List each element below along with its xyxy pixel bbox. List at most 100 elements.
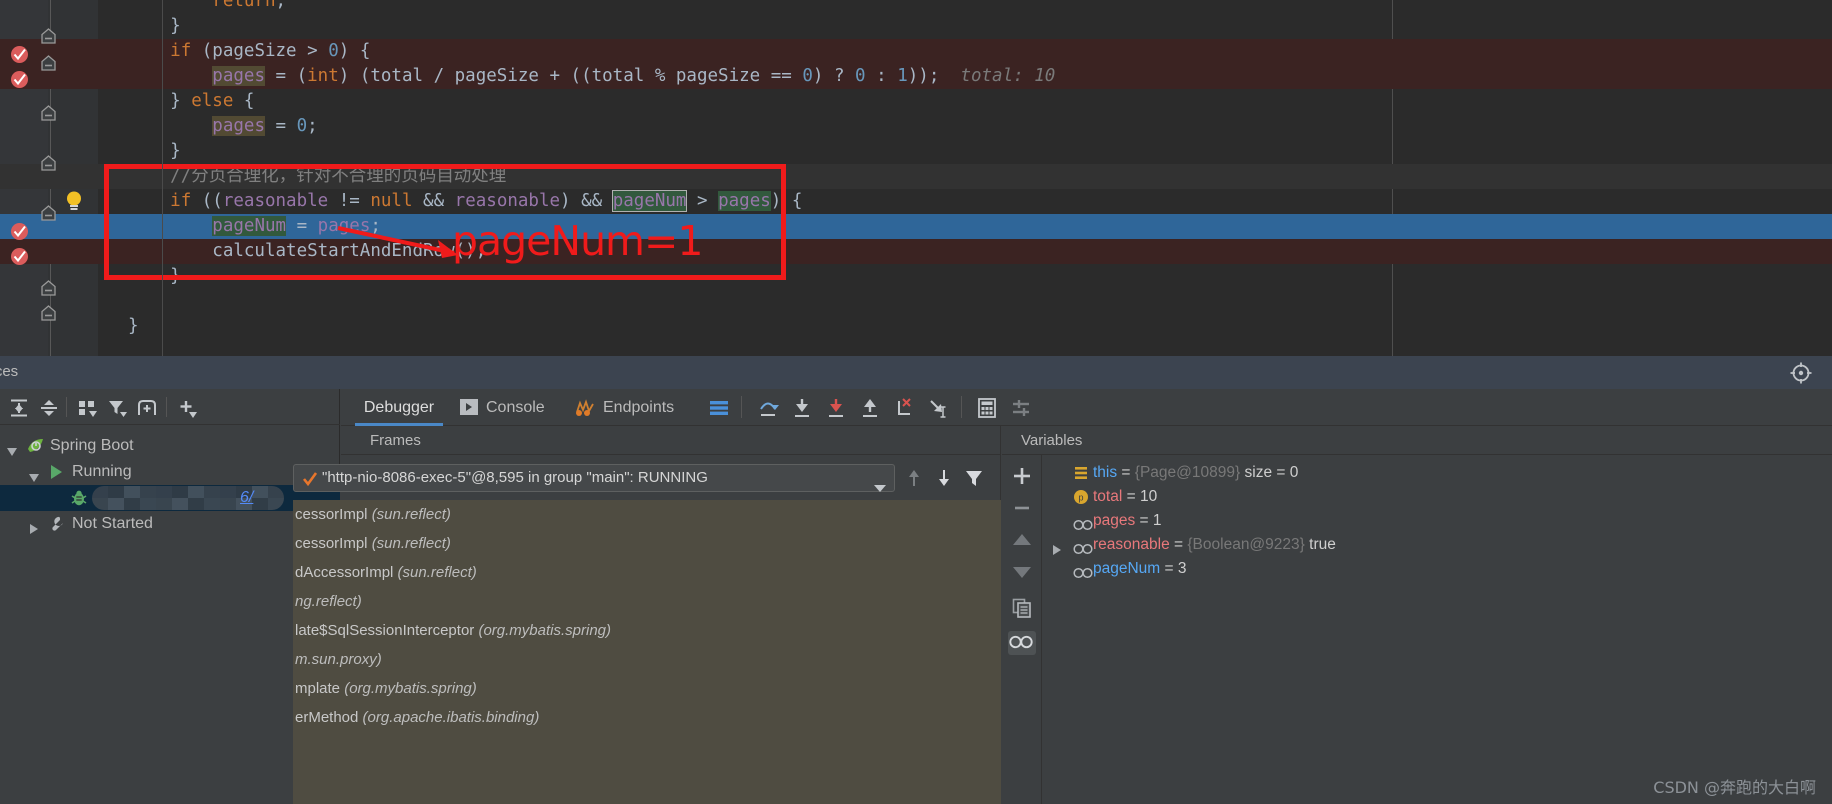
frame-method: late$SqlSessionInterceptor xyxy=(295,622,479,639)
step-over-icon[interactable] xyxy=(757,397,779,419)
copy-value-icon[interactable] xyxy=(1011,597,1033,619)
expand-all-icon[interactable] xyxy=(8,397,30,419)
intention-bulb-icon[interactable] xyxy=(64,190,84,212)
code-token: 0 xyxy=(296,116,308,136)
fold-marker-icon[interactable] xyxy=(40,205,57,222)
frame-down-icon[interactable] xyxy=(934,468,954,488)
collapse-all-icon[interactable] xyxy=(38,397,60,419)
frame-row[interactable]: erMethod (org.apache.ibatis.binding) xyxy=(293,703,1001,732)
variable-row[interactable]: this = {Page@10899} size = 0 xyxy=(1043,461,1832,485)
step-out-icon[interactable] xyxy=(859,397,881,419)
variable-row[interactable]: p total = 10 xyxy=(1043,485,1832,509)
move-down-icon[interactable] xyxy=(1011,565,1033,587)
services-tree-item-label: Not Started xyxy=(72,515,153,532)
variable-name: total xyxy=(1093,488,1123,505)
services-tree-item[interactable]: Running xyxy=(0,459,340,485)
variable-row[interactable]: pageNum = 3 xyxy=(1043,557,1832,581)
breakpoint-icon[interactable] xyxy=(10,70,29,89)
code-line[interactable]: } xyxy=(0,14,1832,39)
code-line[interactable]: pageNum = pages; xyxy=(0,214,1832,239)
code-token: && xyxy=(412,191,455,211)
fold-marker-icon[interactable] xyxy=(40,155,57,172)
remove-watch-icon[interactable] xyxy=(1011,497,1033,519)
chevron-right-icon[interactable] xyxy=(28,518,40,534)
move-up-icon[interactable] xyxy=(1011,533,1033,555)
chevron-down-icon[interactable] xyxy=(874,476,886,502)
chevron-down-icon[interactable] xyxy=(28,466,40,482)
code-line[interactable] xyxy=(0,289,1832,314)
tab-debugger[interactable]: Debugger xyxy=(355,389,443,426)
frames-filter-icon[interactable] xyxy=(964,468,984,488)
drop-frame-icon[interactable] xyxy=(893,397,915,419)
breakpoint-icon[interactable] xyxy=(10,45,29,64)
service-port-link[interactable]: 6/ xyxy=(240,485,253,511)
frame-method: dAccessorImpl xyxy=(295,564,398,581)
frame-row[interactable]: cessorImpl (sun.reflect) xyxy=(293,529,1001,558)
crosshair-icon[interactable] xyxy=(1790,362,1812,389)
code-line[interactable]: calculateStartAndEndRow(); xyxy=(0,239,1832,264)
code-line[interactable]: if (pageSize > 0) { xyxy=(0,39,1832,64)
services-tree-item[interactable]: Not Started xyxy=(0,511,340,537)
show-execution-point-icon[interactable] xyxy=(708,398,730,420)
code-line[interactable]: } xyxy=(0,264,1832,289)
filter-icon[interactable] xyxy=(106,397,128,419)
debugger-panel[interactable]: Debugger Console Endpoints Frames "http-… xyxy=(293,389,1832,804)
fold-marker-icon[interactable] xyxy=(40,305,57,322)
add-service-icon[interactable] xyxy=(177,397,199,419)
run-to-cursor-icon[interactable] xyxy=(927,397,949,419)
fold-marker-icon[interactable] xyxy=(40,105,57,122)
frame-package: (sun.reflect) xyxy=(371,506,451,523)
code-line[interactable]: pages = (int) (total / pageSize + ((tota… xyxy=(0,64,1832,89)
force-step-into-icon[interactable] xyxy=(825,397,847,419)
watches-icon[interactable] xyxy=(1008,631,1036,655)
chevron-down-icon[interactable] xyxy=(6,440,18,456)
services-toolbar[interactable] xyxy=(0,389,340,425)
services-tree-item[interactable]: Spring Boot xyxy=(0,433,340,459)
code-line[interactable]: } xyxy=(0,139,1832,164)
frame-up-icon[interactable] xyxy=(904,468,924,488)
tab-endpoints[interactable]: Endpoints xyxy=(603,389,674,426)
add-tab-icon[interactable] xyxy=(136,397,158,419)
code-line-text: } xyxy=(128,139,181,164)
frame-row[interactable]: late$SqlSessionInterceptor (org.mybatis.… xyxy=(293,616,1001,645)
variable-row[interactable]: reasonable = {Boolean@9223} true xyxy=(1043,533,1832,557)
settings-icon[interactable] xyxy=(1010,397,1032,419)
services-tree-item[interactable]: 6/ xyxy=(0,485,340,511)
fold-marker-icon[interactable] xyxy=(40,55,57,72)
fold-marker-icon[interactable] xyxy=(40,280,57,297)
variables-side-toolbar[interactable] xyxy=(1002,455,1042,804)
code-line[interactable]: } else { xyxy=(0,89,1832,114)
breakpoint-icon[interactable] xyxy=(10,247,29,266)
frames-panel[interactable]: Frames "http-nio-8086-exec-5"@8,595 in g… xyxy=(293,426,1001,804)
frame-row[interactable]: dAccessorImpl (sun.reflect) xyxy=(293,558,1001,587)
fold-marker-icon[interactable] xyxy=(40,28,57,45)
frames-list[interactable]: cessorImpl (sun.reflect) cessorImpl (sun.… xyxy=(293,500,1001,804)
add-watch-icon[interactable] xyxy=(1011,465,1033,487)
code-token: else xyxy=(191,91,234,111)
variables-panel[interactable]: Variables this = {Page@10899} size = 0 p… xyxy=(1002,426,1832,804)
code-line[interactable]: //分页合理化，针对不合理的页码自动处理 xyxy=(0,164,1832,189)
debugger-tab-bar[interactable]: Debugger Console Endpoints xyxy=(341,389,1832,426)
evaluate-expression-icon[interactable] xyxy=(976,397,998,419)
frame-method: erMethod xyxy=(295,709,363,726)
variable-row[interactable]: pages = 1 xyxy=(1043,509,1832,533)
variable-type: {Page@10899} xyxy=(1134,464,1245,481)
variables-list[interactable]: this = {Page@10899} size = 0 p total = 10… xyxy=(1043,455,1832,804)
services-panel[interactable]: Spring Boot Running 6/ Not Started xyxy=(0,389,340,804)
frame-row[interactable]: mplate (org.mybatis.spring) xyxy=(293,674,1001,703)
svg-text:p: p xyxy=(1078,493,1083,503)
code-token: = xyxy=(286,216,318,236)
thread-selector[interactable]: "http-nio-8086-exec-5"@8,595 in group "m… xyxy=(293,464,895,492)
variable-text: this = {Page@10899} size = 0 xyxy=(1093,461,1298,485)
tab-console[interactable]: Console xyxy=(486,389,545,426)
frame-row[interactable]: m.sun.proxy) xyxy=(293,645,1001,674)
step-into-icon[interactable] xyxy=(791,397,813,419)
code-line[interactable]: return; xyxy=(0,0,1832,14)
code-line[interactable]: } xyxy=(0,314,1832,339)
breakpoint-icon[interactable] xyxy=(10,222,29,241)
frame-row[interactable]: cessorImpl (sun.reflect) xyxy=(293,500,1001,529)
code-line[interactable]: if ((reasonable != null && reasonable) &… xyxy=(0,189,1832,214)
group-by-icon[interactable] xyxy=(76,397,98,419)
code-line[interactable]: pages = 0; xyxy=(0,114,1832,139)
frame-row[interactable]: ng.reflect) xyxy=(293,587,1001,616)
